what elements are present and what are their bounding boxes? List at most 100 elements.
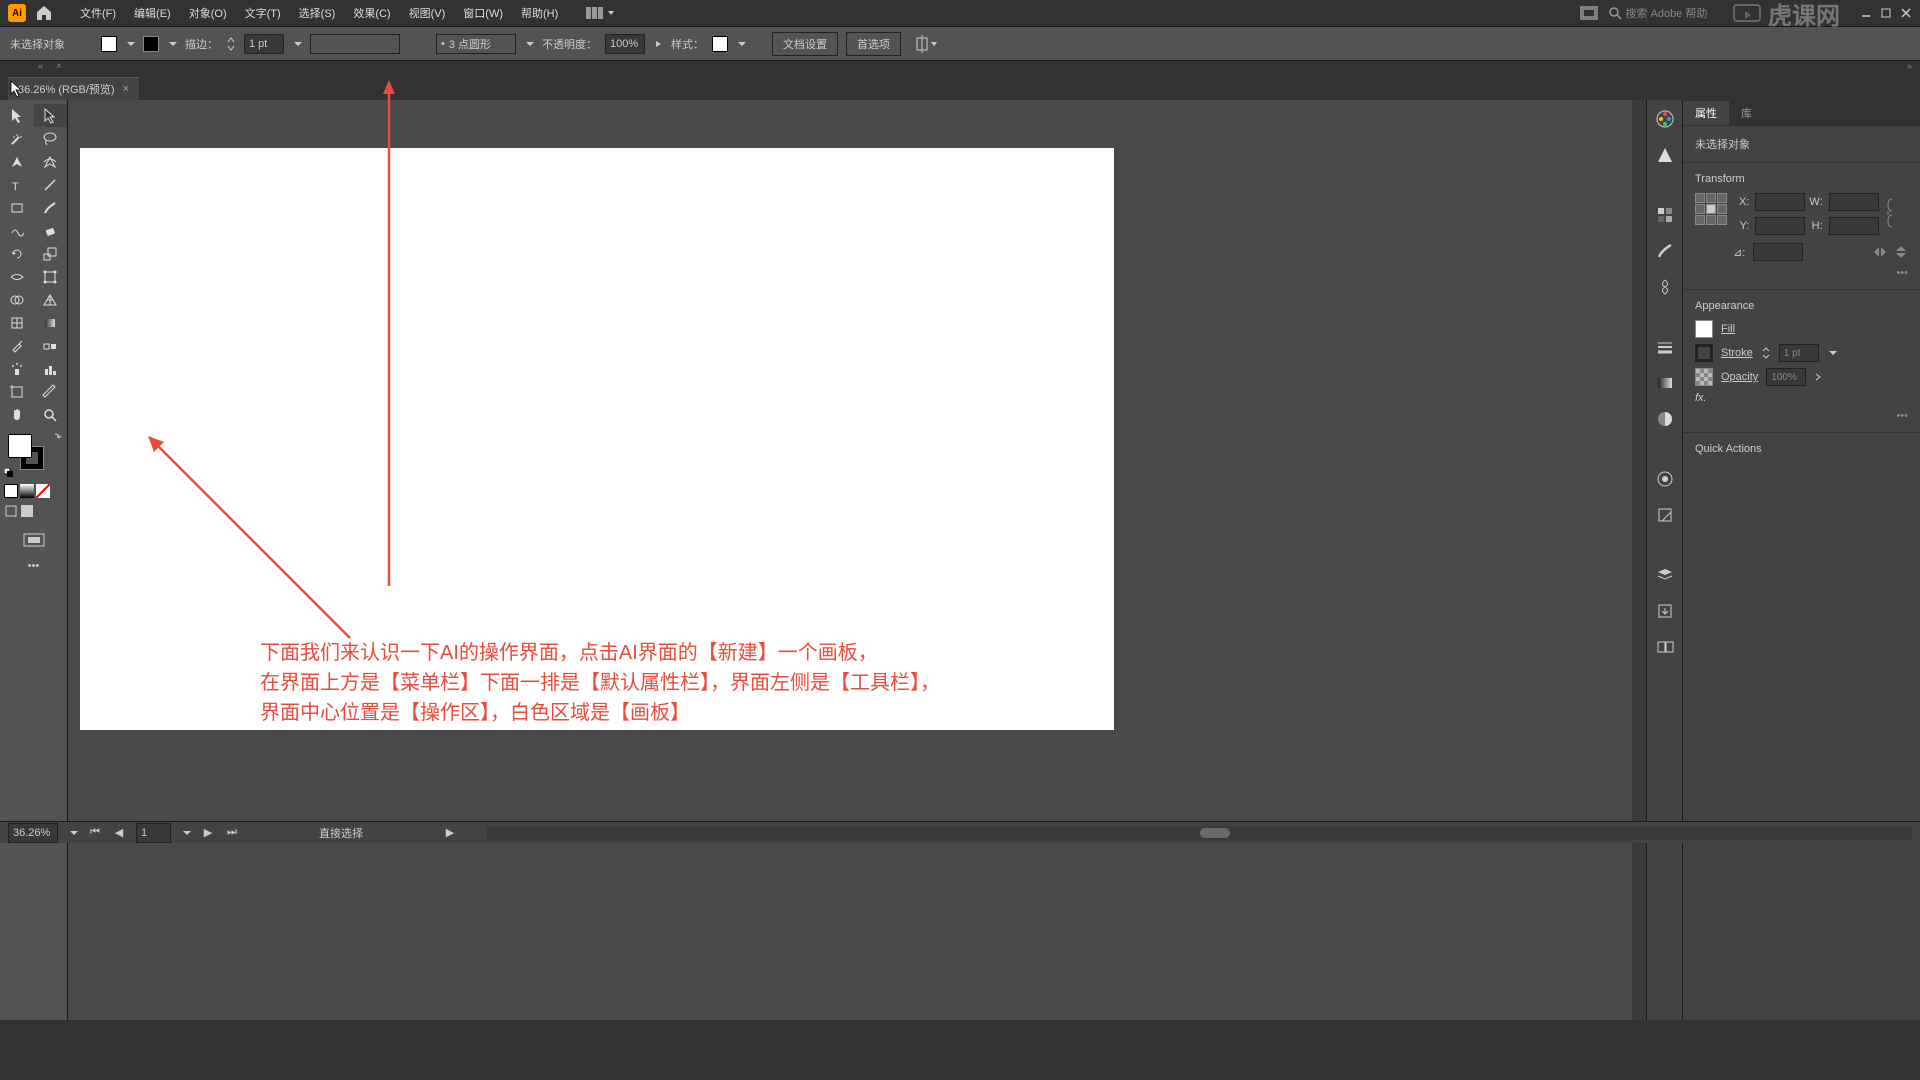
vertical-scrollbar[interactable] (1632, 100, 1646, 1020)
tool-magic-wand[interactable] (0, 127, 34, 150)
dock-gradient-icon[interactable] (1654, 372, 1676, 394)
fill-dropdown-icon[interactable] (127, 42, 135, 46)
tool-rectangle[interactable] (0, 196, 34, 219)
draw-mode[interactable] (0, 528, 67, 552)
swap-colors-icon[interactable] (53, 432, 63, 442)
home-icon[interactable] (34, 3, 54, 23)
link-wh-icon[interactable] (1885, 193, 1899, 233)
dock-color-icon[interactable] (1654, 108, 1676, 130)
tool-lasso[interactable] (34, 127, 68, 150)
canvas-area[interactable]: 下面我们来认识一下AI的操作界面，点击AI界面的【新建】一个画板， 在界面上方是… (68, 100, 1646, 1020)
preferences-button[interactable]: 首选项 (846, 32, 901, 56)
tool-column-graph[interactable] (34, 357, 68, 380)
tool-pen[interactable] (0, 150, 34, 173)
menu-help[interactable]: 帮助(H) (513, 1, 566, 25)
tab-mini-close[interactable]: × (56, 61, 62, 72)
horizontal-scrollbar[interactable] (487, 826, 1912, 840)
prev-artboard-icon[interactable]: ◀ (112, 826, 126, 840)
dock-swatches-icon[interactable] (1654, 204, 1676, 226)
tab-close-icon[interactable]: × (123, 83, 129, 95)
right-collapse-arrow[interactable]: » (1907, 61, 1912, 71)
last-artboard-icon[interactable]: ⏭ (225, 826, 239, 840)
opacity-panel-arrow-icon[interactable] (1814, 372, 1822, 382)
dock-asset-export-icon[interactable] (1654, 600, 1676, 622)
stroke-weight-input[interactable] (244, 34, 284, 54)
stroke-weight-dropdown-icon[interactable] (294, 42, 302, 46)
stroke-stepper-icon[interactable] (226, 35, 236, 53)
menu-effect[interactable]: 效果(C) (345, 1, 398, 25)
dock-appearance-icon[interactable] (1654, 468, 1676, 490)
tool-line[interactable] (34, 173, 68, 196)
artboard-number-input[interactable] (136, 823, 171, 843)
color-mode-gradient[interactable] (20, 484, 34, 498)
tab-mini-arrow[interactable]: « (38, 61, 43, 71)
artboard[interactable]: 下面我们来认识一下AI的操作界面，点击AI界面的【新建】一个画板， 在界面上方是… (80, 148, 1114, 730)
tab-properties[interactable]: 属性 (1683, 101, 1729, 125)
tab-library[interactable]: 库 (1729, 101, 1764, 125)
screen-mode-normal[interactable] (4, 504, 18, 518)
dock-stroke-icon[interactable] (1654, 336, 1676, 358)
zoom-dropdown-icon[interactable] (70, 831, 78, 835)
appearance-fill-swatch[interactable] (1695, 320, 1713, 338)
menu-type[interactable]: 文字(T) (237, 1, 289, 25)
flip-v-icon[interactable] (1894, 244, 1908, 260)
stroke-panel-dropdown-icon[interactable] (1829, 351, 1837, 355)
workspace-switcher-icon[interactable] (586, 5, 616, 21)
menu-file[interactable]: 文件(F) (72, 1, 124, 25)
menu-edit[interactable]: 编辑(E) (126, 1, 179, 25)
menu-select[interactable]: 选择(S) (291, 1, 344, 25)
search-box[interactable]: 搜索 Adobe 帮助 (1608, 5, 1708, 21)
tool-gradient[interactable] (34, 311, 68, 334)
document-tab[interactable]: 36.26% (RGB/预览) × (8, 77, 139, 100)
fill-swatch[interactable] (101, 36, 117, 52)
menu-object[interactable]: 对象(O) (181, 1, 235, 25)
dock-artboards-icon[interactable] (1654, 636, 1676, 658)
tool-paintbrush[interactable] (34, 196, 68, 219)
dock-color-guide-icon[interactable] (1654, 144, 1676, 166)
tool-artboard[interactable] (0, 380, 34, 403)
tool-blend[interactable] (34, 334, 68, 357)
brush-dropdown-icon[interactable] (526, 42, 534, 46)
stroke-stepper-panel-icon[interactable] (1761, 345, 1771, 361)
tool-hand[interactable] (0, 403, 34, 426)
y-input[interactable] (1755, 217, 1805, 235)
w-input[interactable] (1829, 193, 1879, 211)
tool-curvature[interactable] (34, 150, 68, 173)
opacity-input[interactable] (605, 34, 645, 54)
color-mode-solid[interactable] (4, 484, 18, 498)
flip-h-icon[interactable] (1872, 245, 1888, 259)
var-width-profile[interactable] (310, 34, 400, 54)
color-mode-none[interactable] (36, 484, 50, 498)
tool-width[interactable] (0, 265, 34, 288)
align-options-icon[interactable] (915, 35, 939, 53)
tool-shape-builder[interactable] (0, 288, 34, 311)
stroke-weight-panel-input[interactable] (1779, 344, 1819, 362)
tool-shaper[interactable] (0, 219, 34, 242)
appearance-more-icon[interactable]: ••• (1695, 410, 1908, 422)
stroke-dropdown-icon[interactable] (169, 42, 177, 46)
tool-free-transform[interactable] (34, 265, 68, 288)
document-setup-button[interactable]: 文档设置 (772, 32, 838, 56)
tool-scale[interactable] (34, 242, 68, 265)
reference-point-icon[interactable] (1695, 193, 1727, 225)
minimize-icon[interactable] (1860, 7, 1872, 19)
default-colors-icon[interactable] (4, 468, 14, 478)
opacity-panel-input[interactable] (1766, 368, 1806, 386)
style-dropdown-icon[interactable] (738, 42, 746, 46)
menu-view[interactable]: 视图(V) (401, 1, 454, 25)
fill-color[interactable] (8, 434, 32, 458)
dock-symbols-icon[interactable] (1654, 276, 1676, 298)
next-artboard-icon[interactable]: ▶ (201, 826, 215, 840)
tool-mesh[interactable] (0, 311, 34, 334)
tool-type[interactable]: T (0, 173, 34, 196)
color-picker[interactable] (0, 430, 67, 480)
maximize-icon[interactable] (1880, 7, 1892, 19)
tool-slice[interactable] (34, 380, 68, 403)
zoom-input[interactable] (8, 823, 58, 843)
first-artboard-icon[interactable]: ⏮ (88, 826, 102, 840)
arrange-docs-icon[interactable] (1580, 6, 1598, 20)
brush-definition[interactable]: • 3 点圆形 (436, 34, 516, 54)
tool-eraser[interactable] (34, 219, 68, 242)
stroke-swatch[interactable] (143, 36, 159, 52)
tool-eyedropper[interactable] (0, 334, 34, 357)
